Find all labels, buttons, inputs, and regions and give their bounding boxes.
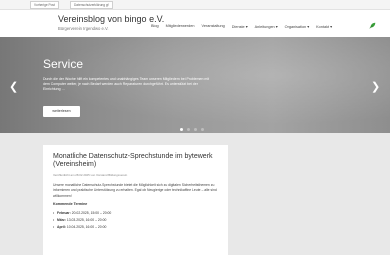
term-value: 10.04.2025, 16:00 – 20:00 (66, 225, 107, 229)
slider-dot[interactable] (201, 128, 204, 131)
site-title[interactable]: Vereinsblog von bingo e.V. (58, 14, 164, 24)
top-link-prev[interactable]: Vorherige Post (30, 1, 59, 9)
top-bar: Vorherige Post Datenschutzerklärung gf (0, 0, 390, 10)
nav-item-mitglied[interactable]: Mitgliederwerden (166, 24, 195, 29)
term-label: Februar: (57, 211, 71, 215)
slider-dots (180, 128, 204, 131)
slider-dot[interactable] (180, 128, 183, 131)
list-item: April: 10.04.2025, 16:00 – 20:00 (53, 225, 107, 229)
hero-slider: Service Durch die der Woche hilft ein ko… (0, 37, 390, 133)
slider-dot[interactable] (194, 128, 197, 131)
nav-item-kontakt[interactable]: Kontakt ▾ (316, 24, 332, 29)
post-card: Monatliche Datenschutz-Sprechstunde im b… (43, 145, 228, 255)
site-subtitle: Bürgerverein Irgendwo e.V. (58, 26, 109, 31)
chevron-left-icon[interactable]: ❮ (9, 80, 18, 93)
term-label: März: (57, 218, 66, 222)
nav-item-organisation[interactable]: Organisation ▾ (285, 24, 310, 29)
post-title[interactable]: Monatliche Datenschutz-Sprechstunde im b… (53, 153, 223, 169)
post-intro: Unsere monatliche Datenschutz-Sprechstun… (53, 183, 217, 198)
top-link-privacy[interactable]: Datenschutzerklärung gf (70, 1, 113, 9)
nav-item-dienste[interactable]: Dienste ▾ (232, 24, 248, 29)
leaf-icon[interactable] (369, 22, 376, 29)
slide-text: Durch die der Woche hilft ein kompetente… (43, 77, 210, 92)
slider-dot[interactable] (187, 128, 190, 131)
term-label: April: (57, 225, 66, 229)
site-header: Vereinsblog von bingo e.V. Bürgerverein … (0, 10, 390, 37)
term-value: 13.03.2025, 16:00 – 20:00 (66, 218, 107, 222)
nav-item-blog[interactable]: Blog (151, 24, 159, 29)
nav-item-veranstaltung[interactable]: Veranstaltung (202, 24, 225, 29)
post-meta: Veröffentlicht am 28.02.2025 von Vorstan… (53, 173, 128, 177)
nav-item-anleitungen[interactable]: Anleitungen ▾ (255, 24, 278, 29)
slide-title: Service (43, 57, 84, 71)
main-nav: Blog Mitgliederwerden Veranstaltung Dien… (151, 24, 339, 29)
chevron-right-icon[interactable]: ❯ (371, 80, 380, 93)
post-heading: Kommende Termine (53, 202, 88, 206)
list-item: März: 13.03.2025, 16:00 – 20:00 (53, 218, 107, 222)
read-more-button[interactable]: weiterlesen (43, 106, 80, 117)
list-item: Februar: 20.02.2025, 15:00 – 20:00 (53, 211, 112, 215)
term-value: 20.02.2025, 15:00 – 20:00 (71, 211, 112, 215)
